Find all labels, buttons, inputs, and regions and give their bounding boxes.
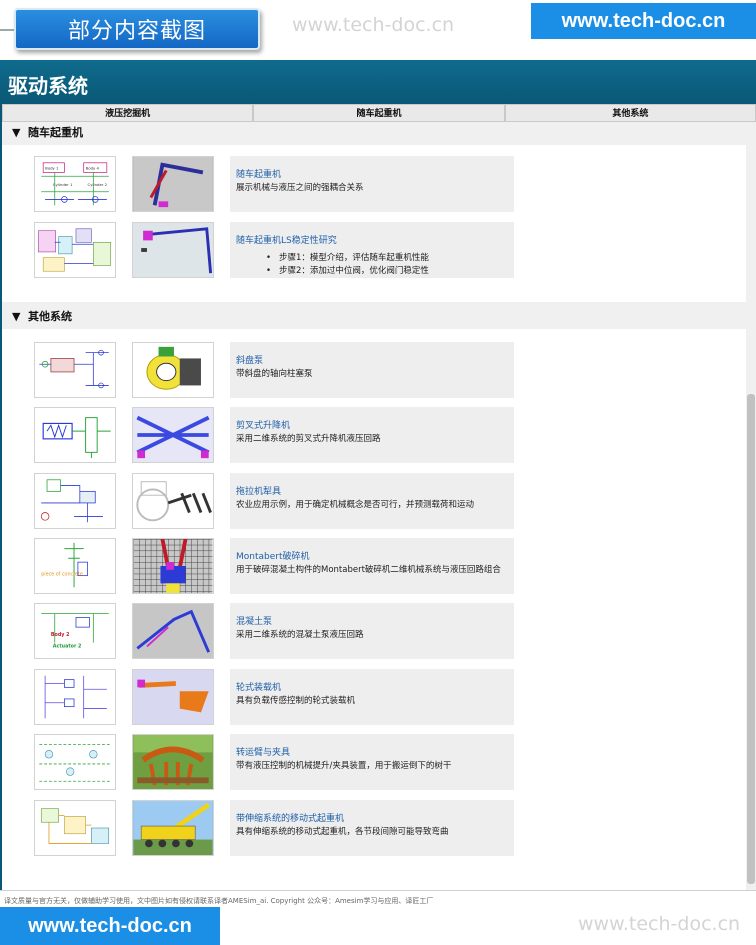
item-title-link[interactable]: 随车起重机LS稳定性研究 — [236, 233, 508, 246]
item-card-scissor-lift: 剪叉式升降机 采用二维系统的剪叉式升降机液压回路 — [230, 407, 514, 463]
item-title-link[interactable]: 剪叉式升降机 — [236, 418, 508, 431]
item-description: 展示机械与液压之间的强耦合关系 — [236, 183, 364, 193]
item-card-transfer-arm: 转运臂与夹具 带有液压控制的机械提升/夹具装置，用于搬运倒下的树干 — [230, 734, 514, 790]
item-card-montabert-breaker: Montabert破碎机 用于破碎混凝土构件的Montabert破碎机二维机械系… — [230, 538, 514, 594]
item-title-link[interactable]: Montabert破碎机 — [236, 549, 508, 562]
item-title-link[interactable]: 斜盘泵 — [236, 353, 508, 366]
item-schematic-thumbnail[interactable] — [34, 734, 116, 790]
scrollbar-thumb[interactable] — [747, 394, 755, 884]
divider — [0, 890, 756, 891]
page-title: 驱动系统 — [0, 60, 756, 104]
section-header-loader-crane[interactable]: ▼ 随车起重机 — [2, 122, 746, 145]
item-3d-thumbnail[interactable] — [132, 473, 214, 529]
item-3d-thumbnail[interactable] — [132, 669, 214, 725]
item-title-link[interactable]: 带伸缩系统的移动式起重机 — [236, 811, 508, 824]
label-cylinder-2: Cylinder 2 — [88, 182, 108, 187]
screenshot-page: 部分内容截图 www.tech-doc.cn www.tech-doc.cn 驱… — [0, 0, 756, 945]
item-schematic-thumbnail[interactable] — [34, 669, 116, 725]
item-card-concrete-pump: 混凝土泵 采用二维系统的混凝土泵液压回路 — [230, 603, 514, 659]
step-list: 步骤1：模型介绍，评估随车起重机性能 步骤2：添加过中位阀，优化阀门稳定性 — [266, 252, 508, 278]
item-schematic-thumbnail[interactable]: piece of concrete — [34, 538, 116, 594]
item-schematic-thumbnail[interactable] — [34, 342, 116, 398]
item-card-loader-crane: 随车起重机 展示机械与液压之间的强耦合关系 — [230, 156, 514, 212]
step-item: 步骤1：模型介绍，评估随车起重机性能 — [266, 252, 508, 265]
item-3d-thumbnail[interactable] — [132, 342, 214, 398]
item-3d-thumbnail[interactable] — [132, 407, 214, 463]
item-schematic-thumbnail[interactable] — [34, 800, 116, 856]
label-actuator-2: Actuator 2 — [53, 643, 82, 649]
section-title: 随车起重机 — [28, 126, 83, 139]
content-area: ▼ 随车起重机 Body 1 Body 4 Cylinder 1 Cylinder… — [2, 122, 746, 890]
label-cylinder-1: Cylinder 1 — [53, 182, 73, 187]
tab-other-systems[interactable]: 其他系统 — [504, 104, 756, 121]
item-3d-thumbnail[interactable] — [132, 734, 214, 790]
watermark-text: www.tech-doc.cn — [292, 14, 455, 36]
screenshot-badge: 部分内容截图 — [14, 8, 260, 50]
item-3d-thumbnail[interactable] — [132, 222, 214, 278]
item-card-mobile-crane: 带伸缩系统的移动式起重机 具有伸缩系统的移动式起重机，各节段间隙可能导致弯曲 — [230, 800, 514, 856]
item-title-link[interactable]: 拖拉机犁具 — [236, 484, 508, 497]
item-description: 采用二维系统的剪叉式升降机液压回路 — [236, 434, 381, 444]
tab-excavator[interactable]: 液压挖掘机 — [2, 104, 254, 121]
label-body-1: Body 1 — [45, 166, 59, 171]
item-title-link[interactable]: 轮式装载机 — [236, 680, 508, 693]
item-card-tractor-plough: 拖拉机犁具 农业应用示例，用于确定机械概念是否可行，并预测载荷和运动 — [230, 473, 514, 529]
item-description: 带有液压控制的机械提升/夹具装置，用于搬运倒下的树干 — [236, 761, 452, 771]
item-card-ls-stability: 随车起重机LS稳定性研究 步骤1：模型介绍，评估随车起重机性能 步骤2：添加过中… — [230, 222, 514, 278]
item-description: 具有伸缩系统的移动式起重机，各节段间隙可能导致弯曲 — [236, 827, 449, 837]
section-title: 其他系统 — [28, 310, 72, 323]
item-title-link[interactable]: 随车起重机 — [236, 167, 508, 180]
item-schematic-thumbnail[interactable]: Body 1 Body 4 Cylinder 1 Cylinder 2 — [34, 156, 116, 212]
vertical-scrollbar[interactable] — [746, 122, 756, 890]
item-card-wheel-loader: 轮式装载机 具有负载传感控制的轮式装载机 — [230, 669, 514, 725]
item-card-swashplate-pump: 斜盘泵 带斜盘的轴向柱塞泵 — [230, 342, 514, 398]
item-description: 采用二维系统的混凝土泵液压回路 — [236, 630, 364, 640]
triangle-down-icon[interactable]: ▼ — [12, 310, 28, 323]
item-3d-thumbnail[interactable] — [132, 800, 214, 856]
item-description: 用于破碎混凝土构件的Montabert破碎机二维机械系统与液压回路组合 — [236, 565, 501, 575]
watermark-text-bottom: www.tech-doc.cn — [578, 913, 741, 935]
item-3d-thumbnail[interactable] — [132, 156, 214, 212]
label-body-4: Body 4 — [86, 166, 100, 171]
item-schematic-thumbnail[interactable]: Body 2 Actuator 2 — [34, 603, 116, 659]
label-body-2: Body 2 — [51, 632, 70, 638]
item-description: 具有负载传感控制的轮式装载机 — [236, 696, 356, 706]
step-item: 步骤2：添加过中位阀，优化阀门稳定性 — [266, 265, 508, 278]
item-title-link[interactable]: 混凝土泵 — [236, 614, 508, 627]
triangle-down-icon[interactable]: ▼ — [12, 126, 28, 139]
section-header-other-systems[interactable]: ▼ 其他系统 — [2, 302, 746, 329]
brand-box-top: www.tech-doc.cn — [531, 3, 756, 39]
tab-bar: 液压挖掘机 随车起重机 其他系统 — [2, 104, 756, 122]
brand-box-bottom: www.tech-doc.cn — [0, 907, 220, 945]
item-schematic-thumbnail[interactable] — [34, 407, 116, 463]
label-piece-of-concrete: piece of concrete — [41, 572, 83, 578]
item-schematic-thumbnail[interactable] — [34, 473, 116, 529]
copyright-note: 译文质量与官方无关，仅做辅助学习使用，文中图片如有侵权请联系译者AMESim_a… — [4, 897, 434, 905]
item-schematic-thumbnail[interactable] — [34, 222, 116, 278]
item-3d-thumbnail[interactable] — [132, 603, 214, 659]
item-description: 带斜盘的轴向柱塞泵 — [236, 369, 313, 379]
badge-label: 部分内容截图 — [67, 19, 206, 44]
item-title-link[interactable]: 转运臂与夹具 — [236, 745, 508, 758]
tab-loader-crane[interactable]: 随车起重机 — [253, 104, 505, 121]
item-description: 农业应用示例，用于确定机械概念是否可行，并预测载荷和运动 — [236, 500, 475, 510]
item-3d-thumbnail[interactable] — [132, 538, 214, 594]
